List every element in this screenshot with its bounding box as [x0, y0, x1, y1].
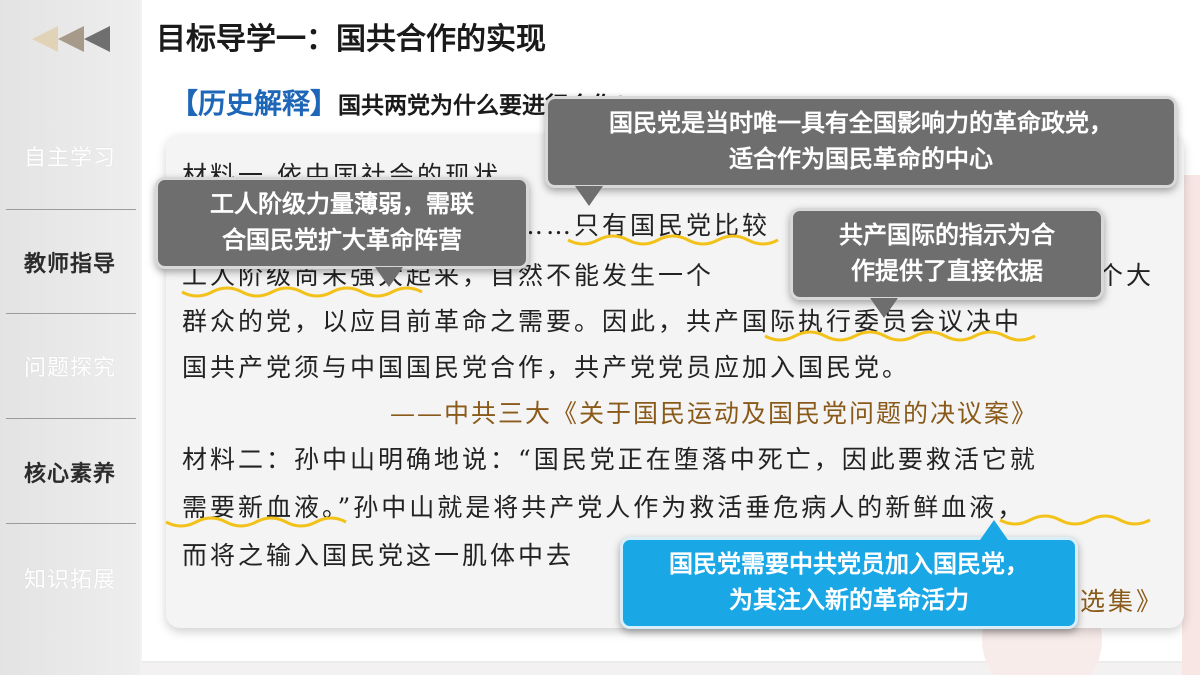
sidebar-item-self-study[interactable]: 自主学习 [0, 104, 140, 208]
sidebar: 自主学习 教师指导 问题探究 核心素养 知识拓展 [0, 0, 140, 675]
sidebar-item-knowledge-ext[interactable]: 知识拓展 [0, 526, 140, 630]
back-arrows-icon[interactable] [30, 24, 114, 54]
sidebar-item-problem-explore[interactable]: 问题探究 [0, 314, 140, 418]
page-title: 目标导学一：国共合作的实现 [156, 22, 546, 57]
sidebar-item-teacher-guide[interactable]: 教师指导 [0, 210, 140, 314]
material-line: 需要新血液。”孙中山就是将共产党人作为救活垂危病人的新鲜血液， [182, 493, 1026, 522]
callout-comintern: 共产国际的指示为合 作提供了直接依据 [790, 208, 1104, 300]
material-line: ……只有国民党比较 [518, 211, 771, 240]
sidebar-item-core-literacy[interactable]: 核心素养 [0, 420, 140, 524]
history-tag: 【历史解释】 [170, 87, 339, 120]
material-line: 个大 [1098, 261, 1155, 290]
callout-kmt-center: 国民党是当时唯一具有全国影响力的革命政党， 适合作为国民革命的中心 [545, 96, 1177, 188]
material-line: 国共产党须与中国国民党合作，共产党党员应加入国民党。 [182, 353, 911, 382]
material-line: 材料二：孙中山明确地说：“国民党正在堕落中死亡，因此要救活它就 [182, 445, 1038, 474]
material-line: 而将之输入国民党这一肌体中去 [182, 541, 575, 570]
material-source: 选集》 [1080, 587, 1165, 616]
material-source: ——中共三大《关于国民运动及国民党问题的决议案》 [390, 399, 1039, 428]
callout-new-blood: 国民党需要中共党员加入国民党， 为其注入新的革命活力 [620, 537, 1078, 629]
callout-working-class: 工人阶级力量薄弱，需联 合国民党扩大革命阵营 [155, 177, 529, 269]
